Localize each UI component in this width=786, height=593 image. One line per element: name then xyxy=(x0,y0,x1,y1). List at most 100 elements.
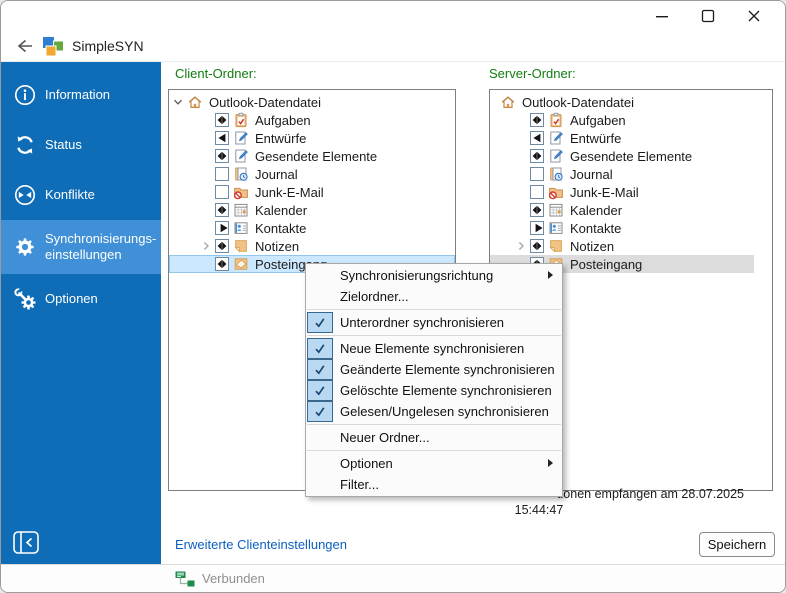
sidebar: Information Status Konflikte Synchronisieru… xyxy=(1,62,161,564)
menu-item-label: Gelöschte Elemente synchronisieren xyxy=(340,383,552,398)
server-tree-item-outlook-datendatei[interactable]: Outlook-Datendatei xyxy=(490,93,772,111)
menu-item-label: Neuer Ordner... xyxy=(340,430,430,445)
sync-direction-both-icon[interactable] xyxy=(530,149,544,163)
folder-drafts-icon xyxy=(233,148,249,164)
menu-item-label: Gelesen/Ungelesen synchronisieren xyxy=(340,404,549,419)
menu-separator xyxy=(307,424,561,425)
menu-item-gelesen-ungelesen-synchronisieren[interactable]: Gelesen/Ungelesen synchronisieren xyxy=(306,401,562,422)
server-tree-item-kontakte[interactable]: Kontakte xyxy=(490,219,772,237)
menu-item-geloeschte-elemente-synchronisieren[interactable]: Gelöschte Elemente synchronisieren xyxy=(306,380,562,401)
menu-item-unterordner-synchronisieren[interactable]: Unterordner synchronisieren xyxy=(306,312,562,333)
sync-direction-left-icon[interactable] xyxy=(215,131,229,145)
server-tree-item-entwuerfe[interactable]: Entwürfe xyxy=(490,129,772,147)
server-tree-item-notizen[interactable]: Notizen xyxy=(490,237,772,255)
server-folder-label: Server-Ordner: xyxy=(489,66,576,81)
menu-item-neue-elemente-synchronisieren[interactable]: Neue Elemente synchronisieren xyxy=(306,338,562,359)
folder-calendar-icon xyxy=(548,202,564,218)
sync-direction-both-icon[interactable] xyxy=(530,239,544,253)
collapse-sidebar-button[interactable] xyxy=(11,529,41,555)
sidebar-item-label: Information xyxy=(45,87,111,102)
close-button[interactable] xyxy=(731,1,777,31)
tree-item-label: Aufgaben xyxy=(570,112,626,128)
sync-direction-both-icon[interactable] xyxy=(215,113,229,127)
client-tree-item-outlook-datendatei[interactable]: Outlook-Datendatei xyxy=(169,93,455,111)
menu-item-label: Zielordner... xyxy=(340,289,409,304)
sidebar-item-status[interactable]: Status xyxy=(1,120,161,170)
save-button[interactable]: Speichern xyxy=(699,532,775,557)
sync-direction-none-icon[interactable] xyxy=(215,185,229,199)
tree-item-label: Aufgaben xyxy=(255,112,311,128)
sidebar-item-label: Status xyxy=(45,137,82,152)
client-tree-item-junk-e-mail[interactable]: Junk-E-Mail xyxy=(169,183,455,201)
tree-item-label: Kontakte xyxy=(570,220,622,236)
sync-direction-none-icon[interactable] xyxy=(215,167,229,181)
folder-drafts-icon xyxy=(548,130,564,146)
tree-item-label: Journal xyxy=(255,166,298,182)
client-folder-label: Client-Ordner: xyxy=(175,66,257,81)
tree-item-label: Kalender xyxy=(255,202,308,218)
close-icon xyxy=(748,10,760,22)
server-tree-item-gesendete-elemente[interactable]: Gesendete Elemente xyxy=(490,147,772,165)
client-tree-item-journal[interactable]: Journal xyxy=(169,165,455,183)
chevron-right-icon[interactable] xyxy=(512,241,530,251)
sync-direction-both-icon[interactable] xyxy=(530,203,544,217)
server-tree-item-journal[interactable]: Journal xyxy=(490,165,772,183)
maximize-button[interactable] xyxy=(685,1,731,31)
client-tree-item-kalender[interactable]: Kalender xyxy=(169,201,455,219)
client-tree-item-entwuerfe[interactable]: Entwürfe xyxy=(169,129,455,147)
checkmark-icon xyxy=(307,380,333,401)
app-window: SimpleSYN Information Status Konflikte Sync… xyxy=(0,0,786,593)
sync-direction-right-icon[interactable] xyxy=(215,221,229,235)
tree-item-label: Gesendete Elemente xyxy=(570,148,693,164)
sidebar-item-label: Optionen xyxy=(45,291,98,306)
sidebar-item-synchronisierungs-einstellungen[interactable]: Synchronisierungs-einstellungen xyxy=(1,220,161,274)
context-menu: Synchronisierungsrichtung Zielordner... Un… xyxy=(305,263,563,497)
sync-direction-both-icon[interactable] xyxy=(530,113,544,127)
sync-direction-both-icon[interactable] xyxy=(215,257,229,271)
client-tree-item-aufgaben[interactable]: Aufgaben xyxy=(169,111,455,129)
submenu-arrow-icon xyxy=(548,271,553,279)
menu-item-geaenderte-elemente-synchronisieren[interactable]: Geänderte Elemente synchronisieren xyxy=(306,359,562,380)
simplesyn-logo-icon xyxy=(43,36,65,57)
chevron-right-icon[interactable] xyxy=(197,241,215,251)
menu-item-neuer-ordner[interactable]: Neuer Ordner... xyxy=(306,427,562,448)
tools-icon xyxy=(13,286,37,312)
client-tree-item-gesendete-elemente[interactable]: Gesendete Elemente xyxy=(169,147,455,165)
server-tree-item-junk-e-mail[interactable]: Junk-E-Mail xyxy=(490,183,772,201)
sidebar-item-label: Konflikte xyxy=(45,187,95,202)
status-bar: Verbunden xyxy=(1,564,785,592)
sidebar-item-konflikte[interactable]: Konflikte xyxy=(1,170,161,220)
minimize-button[interactable] xyxy=(639,1,685,31)
server-tree-item-kalender[interactable]: Kalender xyxy=(490,201,772,219)
tree-item-label: Notizen xyxy=(255,238,300,254)
advanced-client-settings-link[interactable]: Erweiterte Clienteinstellungen xyxy=(175,537,347,552)
menu-separator xyxy=(307,335,561,336)
home-icon xyxy=(187,94,203,110)
menu-item-zielordner[interactable]: Zielordner... xyxy=(306,286,562,307)
tree-item-label: Junk-E-Mail xyxy=(570,184,639,200)
chevron-down-icon[interactable] xyxy=(169,97,187,107)
client-tree-item-kontakte[interactable]: Kontakte xyxy=(169,219,455,237)
sync-direction-none-icon[interactable] xyxy=(530,167,544,181)
tree-item-label: Junk-E-Mail xyxy=(255,184,324,200)
back-button[interactable] xyxy=(9,38,39,54)
sync-direction-none-icon[interactable] xyxy=(530,185,544,199)
network-connected-icon xyxy=(175,571,195,586)
menu-item-synchronisierungsrichtung[interactable]: Synchronisierungsrichtung xyxy=(306,265,562,286)
menu-item-optionen[interactable]: Optionen xyxy=(306,453,562,474)
sync-direction-both-icon[interactable] xyxy=(215,149,229,163)
folder-inbox-icon xyxy=(233,256,249,272)
sync-direction-left-icon[interactable] xyxy=(530,131,544,145)
sidebar-item-information[interactable]: Information xyxy=(1,70,161,120)
info-icon xyxy=(13,82,37,108)
sidebar-item-optionen[interactable]: Optionen xyxy=(1,274,161,324)
tree-item-label: Gesendete Elemente xyxy=(255,148,378,164)
server-tree-item-aufgaben[interactable]: Aufgaben xyxy=(490,111,772,129)
home-icon xyxy=(500,94,516,110)
sync-direction-both-icon[interactable] xyxy=(215,203,229,217)
folder-contacts-icon xyxy=(233,220,249,236)
menu-item-filter[interactable]: Filter... xyxy=(306,474,562,495)
client-tree-item-notizen[interactable]: Notizen xyxy=(169,237,455,255)
sync-direction-right-icon[interactable] xyxy=(530,221,544,235)
sync-direction-both-icon[interactable] xyxy=(215,239,229,253)
